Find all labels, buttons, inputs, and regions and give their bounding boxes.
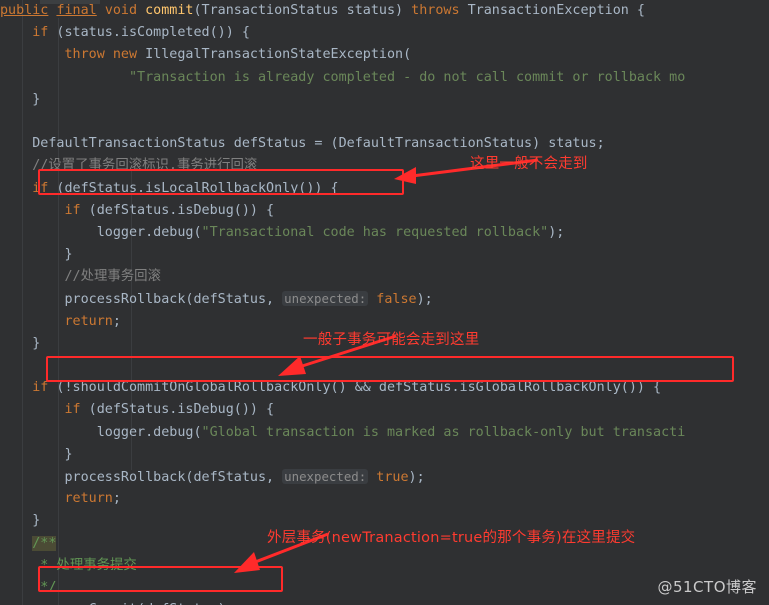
code-token: ); — [548, 224, 565, 240]
code-token: (status.isCompleted()) { — [48, 25, 250, 41]
code-token: (defStatus.isLocalRollbackOnly()) { — [48, 180, 339, 196]
line-throw-msg[interactable]: "Transaction is already completed - do n… — [0, 67, 769, 89]
line-process-rollback-false[interactable]: processRollback(defStatus, unexpected: f… — [0, 288, 769, 310]
code-token: ); — [416, 292, 433, 308]
code-token: return — [64, 313, 113, 329]
code-token: IllegalTransactionStateException( — [137, 47, 412, 63]
line-close-debug-2[interactable]: } — [0, 444, 769, 466]
line-if-debug-1[interactable]: if (defStatus.isDebug()) { — [0, 200, 769, 222]
line-cmt-rollback-flag[interactable]: //设置了事务回滚标识,事务进行回滚 — [0, 155, 769, 177]
line-process-commit[interactable]: processCommit(defStatus); — [0, 599, 769, 605]
code-token: logger.debug( — [0, 224, 202, 240]
code-token: "Transactional code has requested rollba… — [201, 224, 549, 240]
code-token: //设置了事务回滚标识,事务进行回滚 — [0, 158, 258, 174]
code-token: throw — [64, 47, 105, 63]
code-token: } — [0, 335, 41, 351]
code-token: } — [0, 446, 73, 462]
code-token: (defStatus.isDebug()) { — [80, 402, 275, 418]
code-token: ); — [408, 469, 425, 485]
line-defstatus[interactable]: DefaultTransactionStatus defStatus = (De… — [0, 133, 769, 155]
annotation-text-2: 一般子事务可能会走到这里 — [303, 332, 480, 348]
annotation-text-3: 外层事务(newTranaction=true的那个事务)在这里提交 — [267, 530, 636, 546]
watermark-label: @51CTO博客 — [657, 578, 757, 596]
line-return-2[interactable]: return; — [0, 488, 769, 510]
code-token: processRollback(defStatus, — [0, 469, 283, 485]
code-token: ; — [112, 313, 121, 329]
code-token: (defStatus.isDebug()) { — [80, 202, 275, 218]
code-token: new — [112, 47, 138, 63]
code-token: unexpected: — [282, 468, 369, 484]
line-logger-debug-2[interactable]: logger.debug("Global transaction is mark… — [0, 422, 769, 444]
code-token: if — [32, 380, 49, 396]
code-token: (!shouldCommitOnGlobalRollbackOnly() && … — [48, 380, 662, 396]
code-token: } — [0, 247, 73, 263]
code-token: commit — [145, 3, 194, 18]
code-token: if — [64, 202, 81, 218]
code-token: if — [32, 25, 49, 41]
code-token: ; — [112, 491, 121, 507]
line-blank-2[interactable] — [0, 355, 769, 377]
code-text[interactable]: public final void commit(TransactionStat… — [0, 0, 769, 605]
code-token: processRollback(defStatus, — [0, 292, 283, 308]
line-if-local-rollback[interactable]: if (defStatus.isLocalRollbackOnly()) { — [0, 178, 769, 200]
line-if-global-rollback[interactable]: if (!shouldCommitOnGlobalRollbackOnly() … — [0, 377, 769, 399]
code-token: void — [104, 3, 138, 18]
code-token: "Transaction is already completed - do n… — [129, 69, 686, 85]
line-blank-1[interactable] — [0, 111, 769, 133]
line-process-rollback-true[interactable]: processRollback(defStatus, unexpected: t… — [0, 466, 769, 488]
code-token: logger.debug( — [0, 424, 202, 440]
line-if-completed[interactable]: if (status.isCompleted()) { — [0, 22, 769, 44]
code-token: //处理事务回滚 — [0, 269, 161, 285]
code-token: if — [32, 180, 49, 196]
code-token: /** — [32, 535, 57, 551]
code-token: false — [376, 292, 417, 308]
code-token: DefaultTransactionStatus defStatus = (De… — [0, 136, 605, 152]
line-logger-debug-1[interactable]: logger.debug("Transactional code has req… — [0, 222, 769, 244]
code-token: (TransactionStatus status) — [193, 3, 412, 18]
line-jdoc-body[interactable]: * 处理事务提交 — [0, 555, 769, 577]
line-cmt-process-rollback[interactable]: //处理事务回滚 — [0, 266, 769, 288]
code-token: } — [0, 513, 41, 529]
code-token: } — [0, 91, 41, 107]
line-signature[interactable]: public final void commit(TransactionStat… — [0, 0, 769, 22]
line-close-debug-1[interactable]: } — [0, 244, 769, 266]
annotation-text-1: 这里一般不会走到 — [470, 156, 588, 172]
line-if-debug-2[interactable]: if (defStatus.isDebug()) { — [0, 399, 769, 421]
code-token: */ — [0, 579, 57, 595]
code-token: TransactionException { — [459, 3, 645, 18]
code-token: public — [0, 3, 49, 18]
line-close-if-completed[interactable]: } — [0, 89, 769, 111]
code-token: throws — [411, 3, 460, 18]
code-token: final — [56, 3, 97, 18]
code-token: "Global transaction is marked as rollbac… — [201, 424, 686, 440]
code-token: if — [64, 402, 81, 418]
code-token: return — [64, 491, 113, 507]
line-throw[interactable]: throw new IllegalTransactionStateExcepti… — [0, 44, 769, 66]
code-token: unexpected: — [282, 291, 369, 307]
line-jdoc-close[interactable]: */ — [0, 577, 769, 599]
code-token: * 处理事务提交 — [0, 557, 137, 573]
code-token: true — [376, 469, 409, 485]
code-editor-screenshot: public final void commit(TransactionStat… — [0, 0, 769, 605]
